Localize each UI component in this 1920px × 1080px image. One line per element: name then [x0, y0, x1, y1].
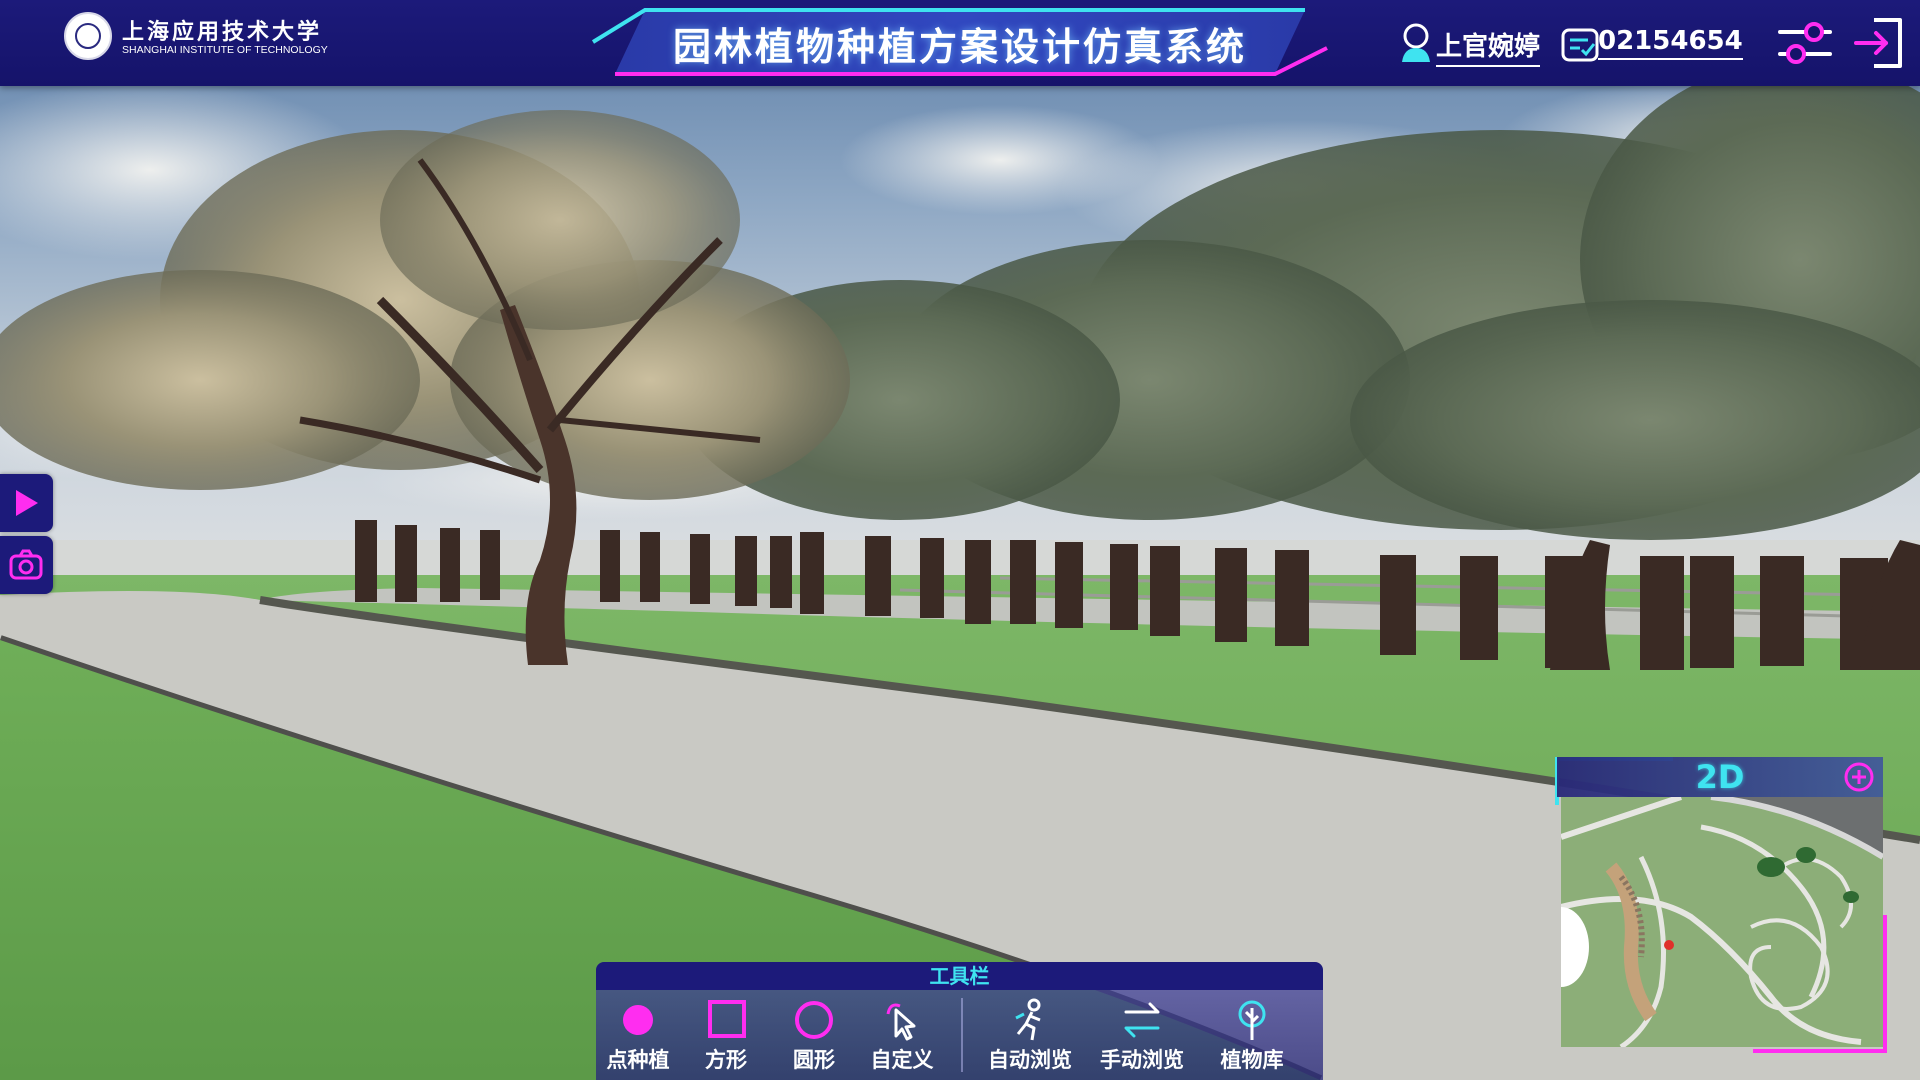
tool-manual-browse[interactable]: 手动浏览 — [1100, 990, 1184, 1080]
plant-library-icon — [1238, 1000, 1266, 1040]
tool-auto-browse[interactable]: 自动浏览 — [988, 990, 1072, 1080]
toolbar-title: 工具栏 — [929, 964, 990, 988]
toolbar-header: 工具栏 — [596, 962, 1323, 990]
swap-arrows-icon — [1124, 1002, 1160, 1038]
tool-label: 自定义 — [870, 1048, 934, 1072]
settings-sliders-icon — [1778, 22, 1832, 64]
minimap-map[interactable] — [1561, 797, 1883, 1047]
tool-square[interactable]: 方形 — [684, 990, 768, 1080]
minimap-mode-label[interactable]: 2D — [1557, 757, 1883, 797]
user-icon — [1402, 23, 1430, 62]
school-name-cn: 上海应用技术大学 — [122, 19, 323, 45]
plus-circle-icon[interactable] — [1843, 761, 1875, 793]
logout-icon — [1854, 18, 1902, 68]
school-logo: 上海应用技术大学 SHANGHAI INSTITUTE OF TECHNOLOG… — [64, 12, 328, 72]
user-info: 上官婉婷 — [1398, 22, 1558, 67]
settings-button[interactable] — [1776, 18, 1834, 68]
user-id: 02154654 — [1598, 26, 1743, 60]
custom-cursor-icon — [886, 1003, 916, 1041]
tool-label: 自动浏览 — [988, 1048, 1072, 1072]
camera-icon — [9, 549, 43, 580]
tool-label: 植物库 — [1220, 1048, 1284, 1072]
tool-plant-library[interactable]: 植物库 — [1210, 990, 1294, 1080]
minimap-header: 2D — [1557, 757, 1883, 797]
minimap-park-map — [1561, 797, 1883, 1047]
tool-circle[interactable]: 圆形 — [772, 990, 856, 1080]
minimap[interactable]: 2D — [1553, 755, 1889, 1055]
page-title: 园林植物种植方案设计仿真系统 — [672, 25, 1247, 69]
user-id-info: 02154654 — [1560, 22, 1743, 64]
toolbar-divider — [961, 998, 963, 1072]
square-icon — [708, 1000, 746, 1038]
play-button[interactable] — [0, 474, 53, 532]
tool-custom[interactable]: 自定义 — [860, 990, 944, 1080]
tool-label: 手动浏览 — [1100, 1048, 1184, 1072]
toolbar-body: 点种植 方形 圆形 自定义 自动浏览 手动浏览 植物库 — [596, 990, 1323, 1080]
user-name: 上官婉婷 — [1436, 26, 1541, 67]
school-seal-icon — [64, 12, 112, 60]
logout-button[interactable] — [1852, 16, 1906, 70]
tool-point-plant[interactable]: 点种植 — [596, 990, 680, 1080]
toolbar: 工具栏 点种植 方形 圆形 自定义 自动浏览 手动浏览 植物库 — [596, 962, 1323, 1080]
camera-button[interactable] — [0, 536, 53, 594]
circle-icon — [795, 1001, 833, 1039]
play-icon — [16, 490, 38, 516]
school-name-en: SHANGHAI INSTITUTE OF TECHNOLOGY — [122, 44, 328, 56]
walking-person-icon — [1015, 998, 1041, 1041]
id-card-icon — [1561, 28, 1599, 62]
app-header: 上海应用技术大学 SHANGHAI INSTITUTE OF TECHNOLOG… — [0, 0, 1920, 86]
dot-plant-icon — [623, 1005, 653, 1035]
title-banner: 园林植物种植方案设计仿真系统 — [585, 4, 1335, 82]
